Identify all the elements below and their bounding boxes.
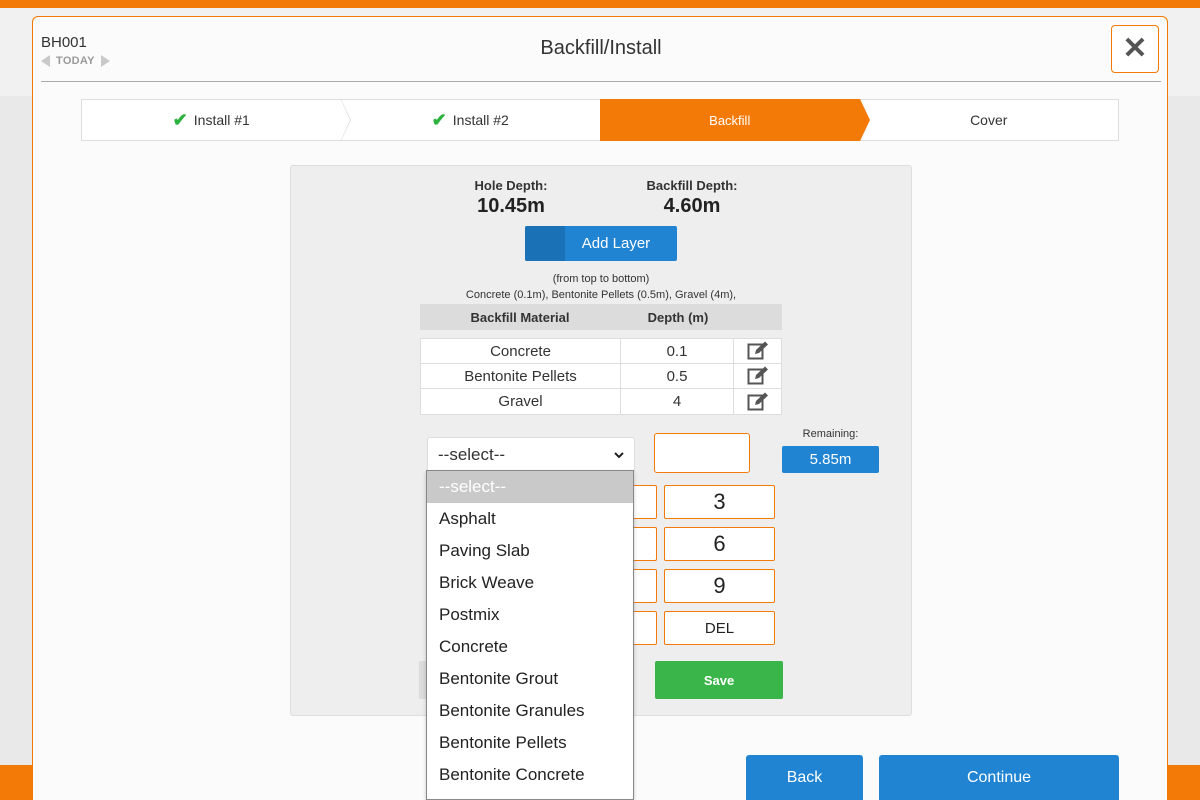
step-label: Backfill bbox=[709, 112, 751, 128]
dropdown-option[interactable]: --select-- bbox=[427, 471, 633, 503]
back-button[interactable]: Back bbox=[746, 755, 863, 800]
step-cover[interactable]: Cover bbox=[859, 99, 1119, 141]
table-body: Concrete 0.1 Bentonite Pellets 0.5 Grave… bbox=[420, 338, 782, 415]
dropdown-option[interactable]: Bentonite Grout bbox=[427, 663, 633, 695]
hole-depth: Hole Depth: 10.45m bbox=[446, 178, 576, 218]
edit-icon[interactable] bbox=[734, 364, 781, 388]
keypad-9[interactable]: 9 bbox=[664, 569, 775, 603]
keypad-3[interactable]: 3 bbox=[664, 485, 775, 519]
table-row: Gravel 4 bbox=[421, 389, 781, 414]
modal-title: Backfill/Install bbox=[540, 37, 662, 59]
table-row: Bentonite Pellets 0.5 bbox=[421, 364, 781, 389]
depth-cell: 4 bbox=[621, 389, 734, 414]
edit-icon[interactable] bbox=[734, 339, 781, 363]
dropdown-option[interactable]: Brick Weave bbox=[427, 567, 633, 599]
dropdown-option[interactable]: Paving Slab bbox=[427, 535, 633, 567]
check-icon: ✔ bbox=[172, 109, 188, 130]
add-layer-label: Add Layer bbox=[581, 235, 651, 252]
backfill-table: Backfill Material Depth (m) Concrete 0.1… bbox=[420, 304, 782, 415]
close-icon: ✕ bbox=[1122, 32, 1148, 65]
save-button[interactable]: Save bbox=[655, 661, 783, 699]
check-icon: ✔ bbox=[431, 109, 447, 130]
table-header: Backfill Material Depth (m) bbox=[420, 304, 782, 330]
hole-depth-label: Hole Depth: bbox=[474, 178, 548, 193]
material-cell: Gravel bbox=[421, 389, 621, 414]
close-button[interactable]: ✕ bbox=[1111, 25, 1159, 73]
add-layer-handle bbox=[525, 226, 565, 261]
add-layer-button[interactable]: Add Layer bbox=[525, 226, 677, 261]
dropdown-option[interactable]: Postmix bbox=[427, 599, 633, 631]
dropdown-option[interactable]: Bentonite Pellets bbox=[427, 727, 633, 759]
hole-depth-value: 10.45m bbox=[477, 195, 545, 217]
step-label: Install #1 bbox=[193, 112, 250, 128]
dropdown-option[interactable]: Bentonite Concrete bbox=[427, 759, 633, 791]
step-install-1[interactable]: ✔ Install #1 bbox=[81, 99, 351, 141]
backfill-depth: Backfill Depth: 4.60m bbox=[627, 178, 757, 218]
header-material: Backfill Material bbox=[470, 309, 570, 325]
layers-summary: Concrete (0.1m), Bentonite Pellets (0.5m… bbox=[465, 289, 737, 301]
dropdown-option[interactable]: Asphalt bbox=[427, 503, 633, 535]
order-note: (from top to bottom) bbox=[552, 273, 650, 285]
material-dropdown-list: --select-- Asphalt Paving Slab Brick Wea… bbox=[426, 470, 634, 800]
step-install-2[interactable]: ✔ Install #2 bbox=[340, 99, 610, 141]
material-select-value: --select-- bbox=[438, 445, 506, 464]
header-depth: Depth (m) bbox=[647, 309, 709, 325]
backfill-depth-value: 4.60m bbox=[663, 195, 721, 217]
step-label: Cover bbox=[970, 112, 1008, 128]
remaining-label: Remaining: bbox=[802, 428, 859, 440]
chevron-down-icon bbox=[614, 451, 624, 458]
title-divider bbox=[41, 81, 1161, 82]
material-select[interactable]: --select-- bbox=[427, 437, 635, 473]
table-row: Concrete 0.1 bbox=[421, 339, 781, 364]
keypad-6[interactable]: 6 bbox=[664, 527, 775, 561]
step-backfill[interactable]: Backfill bbox=[600, 99, 870, 141]
step-label: Install #2 bbox=[452, 112, 509, 128]
depth-cell: 0.1 bbox=[621, 339, 734, 363]
keypad-delete[interactable]: DEL bbox=[664, 611, 775, 645]
dropdown-option[interactable]: Concrete bbox=[427, 631, 633, 663]
top-accent-bar bbox=[0, 0, 1200, 8]
material-cell: Concrete bbox=[421, 339, 621, 363]
depth-input[interactable] bbox=[654, 433, 750, 473]
continue-button[interactable]: Continue bbox=[879, 755, 1119, 800]
depth-cell: 0.5 bbox=[621, 364, 734, 388]
backfill-depth-label: Backfill Depth: bbox=[646, 178, 738, 193]
dropdown-option[interactable]: Bentonite Granules bbox=[427, 695, 633, 727]
material-cell: Bentonite Pellets bbox=[421, 364, 621, 388]
edit-icon[interactable] bbox=[734, 389, 781, 414]
remaining-value: 5.85m bbox=[782, 446, 879, 473]
wizard-steps: ✔ Install #1 ✔ Install #2 Backfill Cover bbox=[81, 99, 1119, 141]
